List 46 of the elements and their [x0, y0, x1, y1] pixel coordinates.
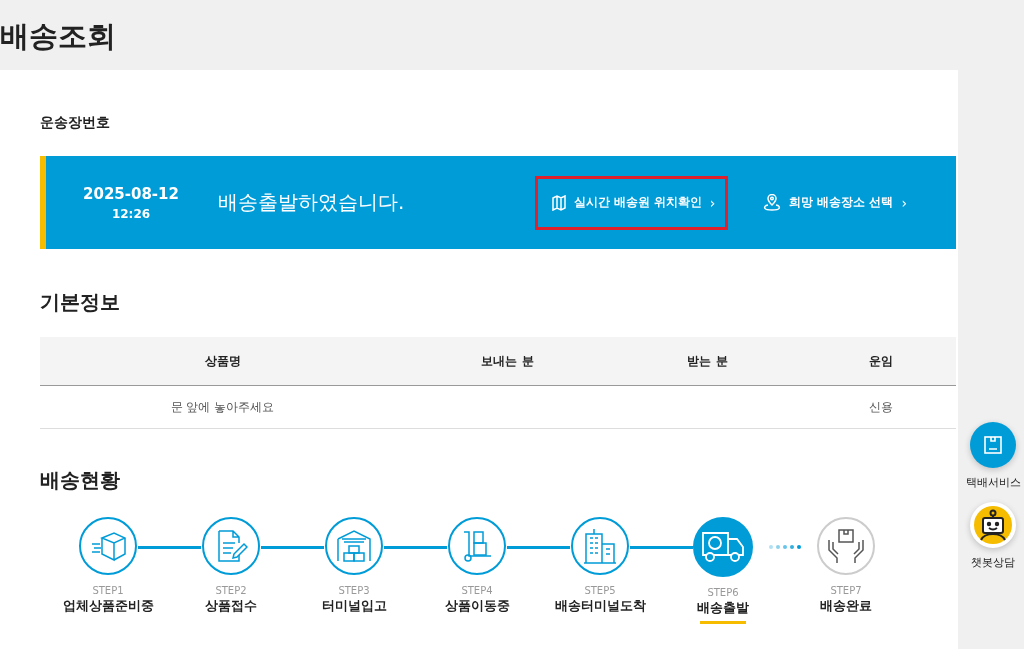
buildings-icon — [583, 528, 617, 564]
step-label: 상품접수 — [205, 598, 257, 615]
robot-icon — [978, 509, 1008, 541]
section-title: 배송현황 — [40, 467, 121, 494]
location-pin-icon — [763, 193, 782, 212]
floating-label: 챗봇상담 — [971, 556, 1015, 570]
step-number: STEP6 — [707, 587, 739, 598]
step-number: STEP5 — [584, 585, 616, 596]
connector-line — [261, 546, 324, 549]
column-header: 운임 — [867, 352, 894, 370]
floating-label: 택배서비스 — [965, 476, 1021, 490]
banner-link[interactable]: 희망 배송장소 선택 › — [746, 175, 920, 230]
hands-holding-box-icon — [827, 528, 865, 564]
connector-line — [384, 546, 447, 549]
box-icon — [90, 530, 126, 562]
column-header: 보내는 분 — [480, 352, 535, 370]
step-label: 배송출발 — [697, 600, 749, 617]
truck-icon — [700, 530, 746, 564]
step-label: 터미널입고 — [321, 598, 387, 615]
status-date: 2025-08-12 — [83, 184, 179, 203]
connector-line — [138, 546, 201, 549]
step-label: 배송터미널도착 — [554, 598, 646, 615]
step-number: STEP2 — [215, 585, 247, 596]
step-number: STEP3 — [338, 585, 370, 596]
column-header: 상품명 — [203, 352, 242, 370]
section-title: 기본정보 — [40, 289, 121, 316]
step-number: STEP1 — [92, 585, 124, 596]
page-title: 배송조회 — [0, 18, 117, 55]
status-time: 12:26 — [111, 206, 151, 221]
map-icon — [551, 194, 566, 211]
step-label: 업체상품준비중 — [62, 598, 154, 615]
step-number: STEP7 — [830, 585, 862, 596]
warehouse-icon — [336, 529, 372, 563]
floating-button[interactable] — [970, 502, 1016, 548]
connector-line — [507, 546, 570, 549]
table-cell: 문 앞에 놓아주세요 — [170, 399, 275, 414]
banner-link[interactable]: 실시간 배송원 위치확인 › — [534, 175, 729, 230]
table-cell: 신용 — [868, 399, 893, 414]
step-label: 상품이동중 — [444, 598, 510, 615]
waybill-label: 운송장번호 — [40, 114, 111, 132]
step-number: STEP4 — [461, 585, 493, 596]
step-label: 배송완료 — [820, 598, 872, 615]
current-underline — [700, 621, 746, 624]
parcel-box-icon — [983, 435, 1003, 455]
status-message: 배송출발하였습니다. — [218, 189, 405, 216]
column-header: 받는 분 — [686, 352, 729, 370]
